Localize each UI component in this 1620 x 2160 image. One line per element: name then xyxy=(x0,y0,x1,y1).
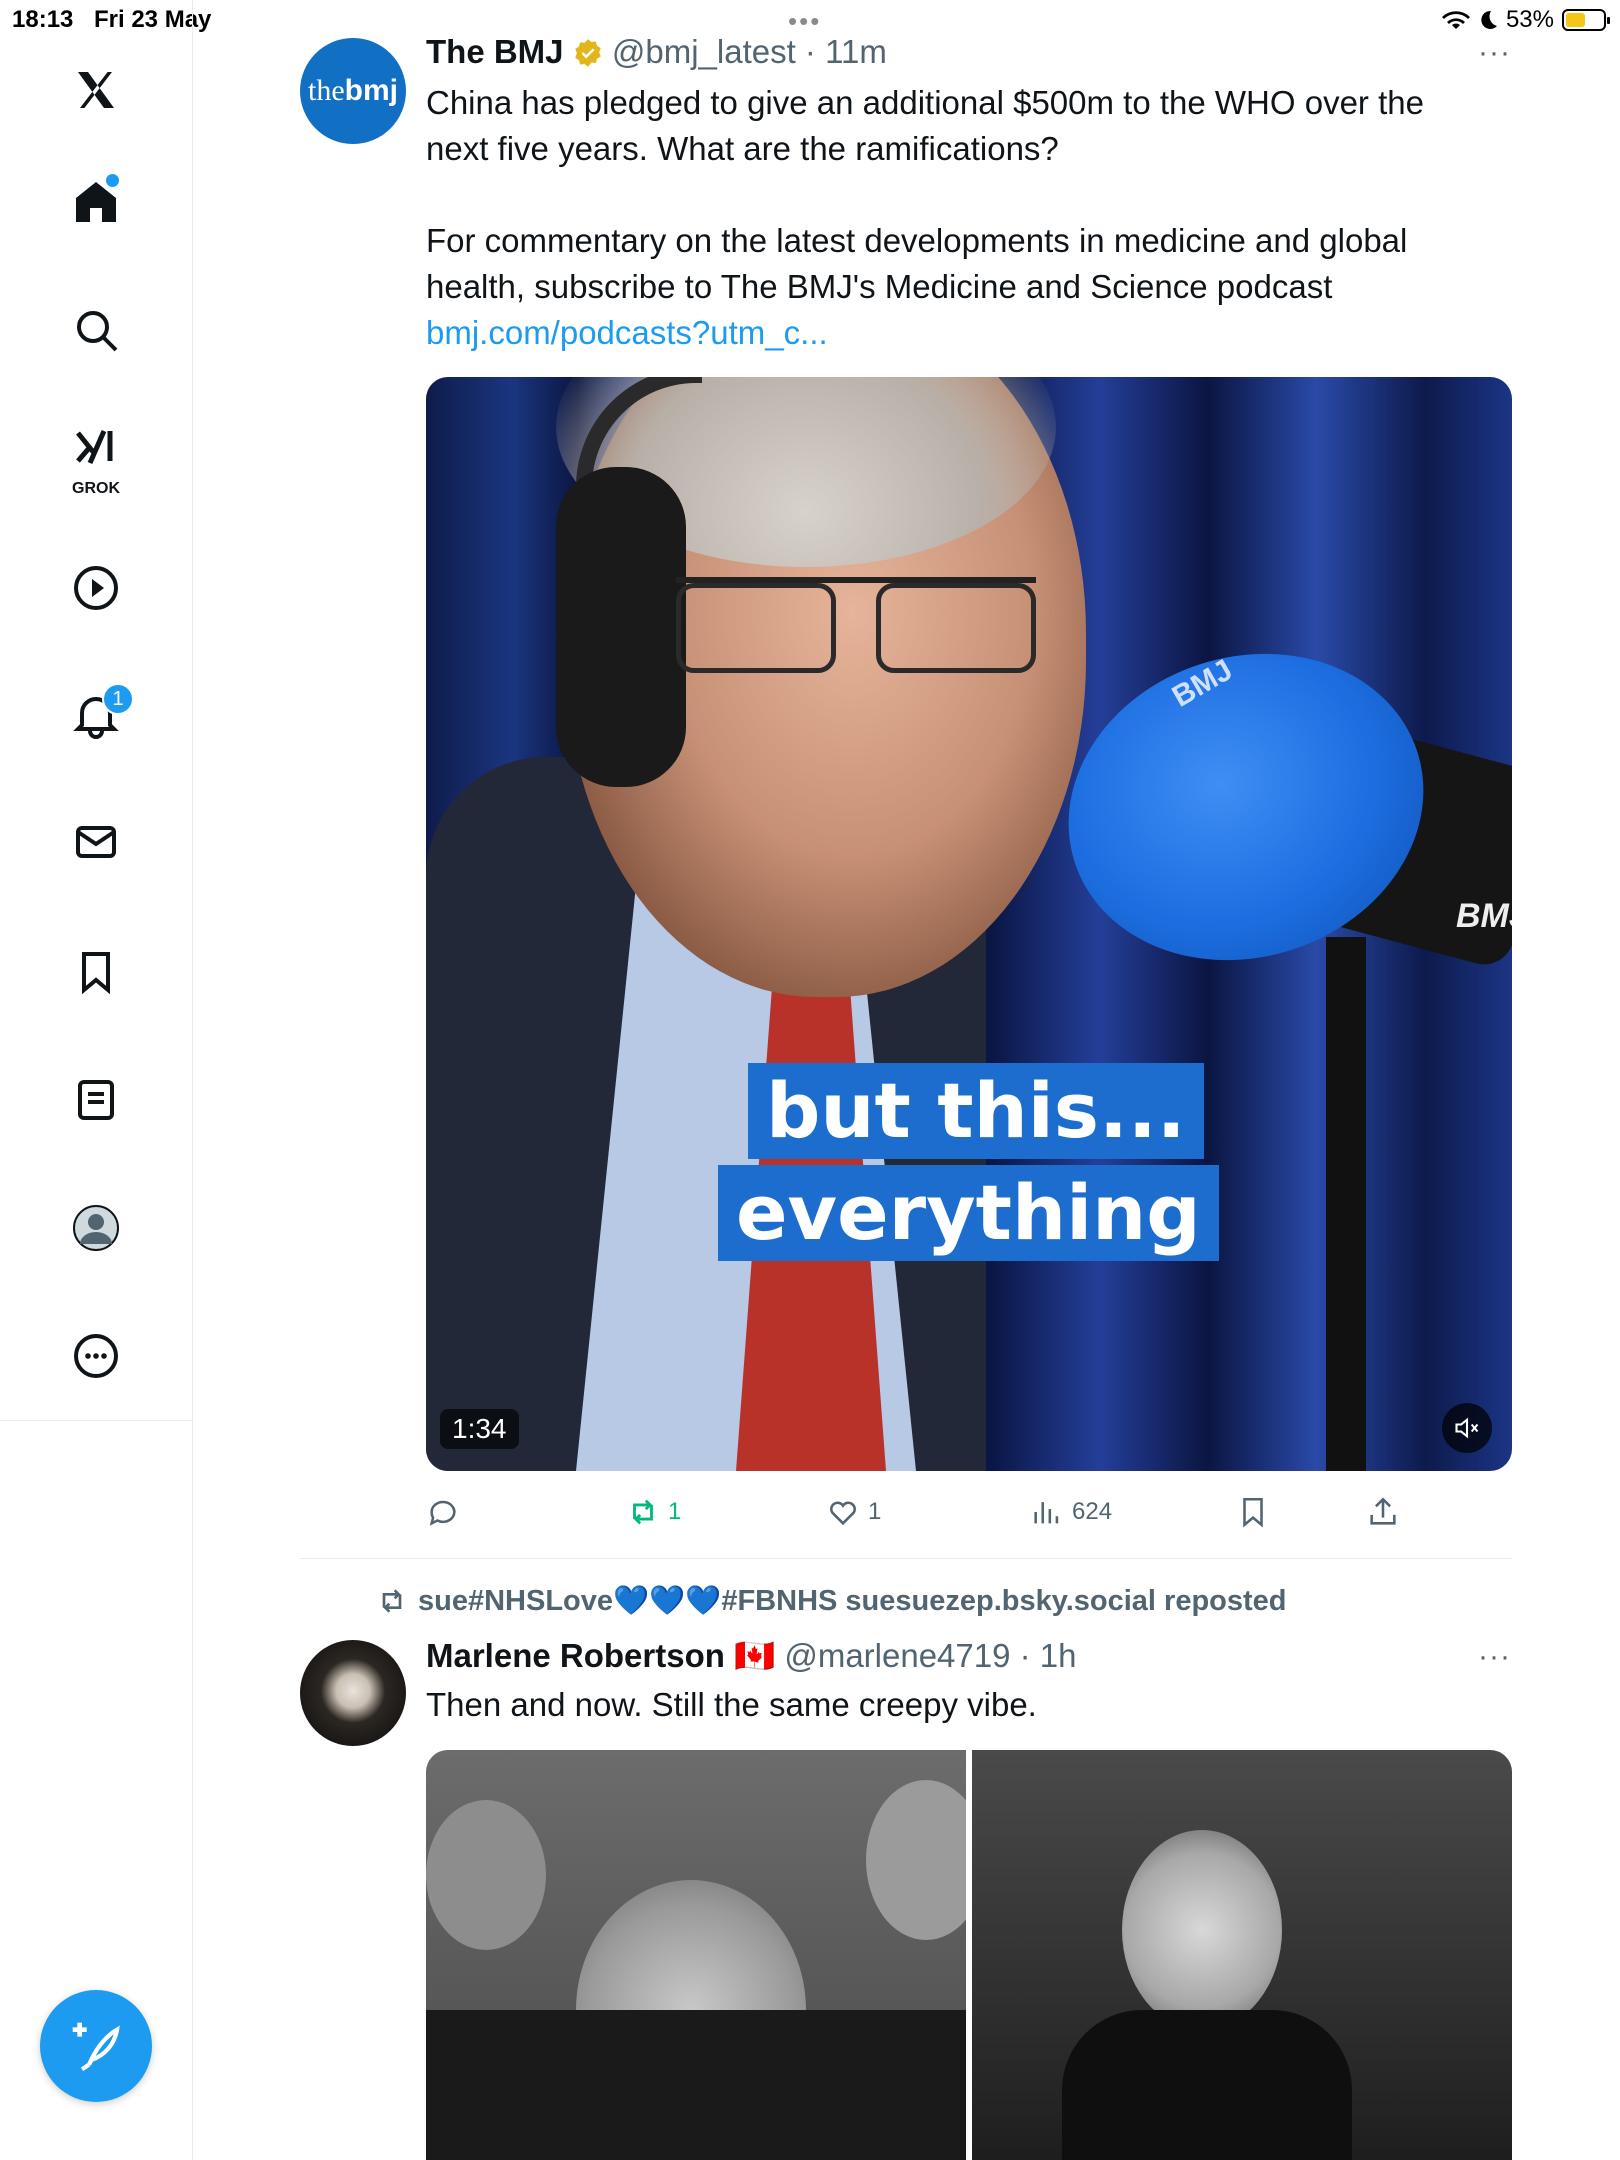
video-nav-button[interactable] xyxy=(56,548,136,628)
views-chart-icon xyxy=(1034,1502,1059,1524)
profile-avatar-icon xyxy=(73,1205,119,1251)
sidebar-divider xyxy=(0,1420,192,1421)
tweet-image-2[interactable] xyxy=(972,1750,1512,2160)
separator-dot: · xyxy=(795,33,826,70)
image-suits xyxy=(426,2010,966,2160)
views-button[interactable]: 624 xyxy=(1030,1484,1112,1540)
canada-flag-icon: 🇨🇦 xyxy=(734,1637,776,1674)
notifications-nav-button[interactable]: 1 xyxy=(56,675,136,755)
home-nav-button[interactable] xyxy=(56,162,136,242)
tweet-actions: 1 1 624 xyxy=(426,1484,1426,1540)
share-icon xyxy=(1370,1497,1396,1525)
battery-percent: 53% xyxy=(1505,6,1554,33)
marlene-avatar[interactable] xyxy=(300,1640,406,1746)
author-handle[interactable]: @marlene4719 xyxy=(784,1637,1010,1674)
mail-icon xyxy=(76,826,116,858)
author-name[interactable]: The BMJ xyxy=(426,33,564,70)
notifications-badge: 1 xyxy=(102,683,134,715)
author-name[interactable]: Marlene Robertson xyxy=(426,1637,725,1674)
lists-nav-button[interactable] xyxy=(56,1060,136,1140)
bookmarks-nav-button[interactable] xyxy=(56,932,136,1012)
tweet-header: Marlene Robertson 🇨🇦 @marlene4719 · 1h xyxy=(426,1636,1077,1676)
mic-logo: BMJ xyxy=(1456,897,1512,935)
like-button[interactable]: 1 xyxy=(826,1484,881,1540)
moon-icon xyxy=(1481,10,1497,29)
grok-icon xyxy=(76,429,113,465)
tweet-divider xyxy=(300,1558,1512,1559)
compose-button[interactable] xyxy=(40,1990,152,2102)
video-scene-headphone xyxy=(556,467,686,787)
tweet-video[interactable]: BMJ BMJ but this... everything 1:34 xyxy=(426,377,1512,1471)
search-nav-button[interactable] xyxy=(56,290,136,370)
author-handle[interactable]: @bmj_latest xyxy=(612,33,796,70)
image-figure xyxy=(866,1780,966,1940)
bookmark-button[interactable] xyxy=(1236,1484,1270,1540)
avatar-text-bold: bmj xyxy=(344,74,398,107)
image-suit xyxy=(1062,2010,1352,2160)
mute-button[interactable] xyxy=(1442,1403,1492,1453)
image-figure xyxy=(426,1800,546,1950)
search-icon xyxy=(77,311,118,352)
status-right: 53% xyxy=(1441,6,1610,34)
image-figure xyxy=(1122,1830,1282,2030)
profile-nav-button[interactable] xyxy=(56,1188,136,1268)
video-scene-mic-stand xyxy=(1326,937,1366,1471)
repost-context[interactable]: sue#NHSLove💙💙💙#FBNHS suesuezep.bsky.soci… xyxy=(376,1584,1287,1618)
reply-icon xyxy=(429,1500,456,1526)
views-count: 624 xyxy=(1072,1498,1113,1525)
tweet-text: China has pledged to give an additional … xyxy=(426,80,1516,356)
battery-icon xyxy=(1562,9,1610,31)
compose-icon xyxy=(72,2022,120,2072)
messages-nav-button[interactable] xyxy=(56,802,136,882)
tweet-more-icon[interactable]: ··· xyxy=(1478,36,1511,70)
like-count: 1 xyxy=(868,1498,882,1525)
home-unread-dot xyxy=(106,174,119,187)
tweet-header: The BMJ @bmj_latest · 11m xyxy=(426,32,887,72)
tweet-text-line: China has pledged to give an additional … xyxy=(426,84,1424,121)
tweet-more-icon[interactable]: ··· xyxy=(1478,1640,1511,1674)
video-caption-line2: everything xyxy=(718,1165,1219,1261)
repost-icon xyxy=(633,1499,653,1525)
tweet-image-1[interactable] xyxy=(426,1750,966,2160)
grok-label: GROK xyxy=(72,480,120,497)
heart-icon xyxy=(830,1501,856,1526)
bookmark-icon xyxy=(82,952,110,995)
x-logo-icon[interactable] xyxy=(56,50,136,130)
play-circle-icon xyxy=(74,566,118,610)
list-icon xyxy=(78,1080,114,1120)
video-scene-mic xyxy=(1028,608,1464,1006)
bookmark-icon xyxy=(1243,1497,1263,1528)
video-scene-glasses xyxy=(676,577,1036,673)
repost-icon xyxy=(382,1589,402,1613)
tweet-time[interactable]: 1h xyxy=(1040,1637,1077,1674)
separator-dot: · xyxy=(1010,1637,1040,1674)
speaker-muted-icon xyxy=(1455,1417,1479,1439)
grok-nav-button[interactable]: GROK xyxy=(56,412,136,502)
tweet-text: Then and now. Still the same creepy vibe… xyxy=(426,1686,1037,1723)
video-duration: 1:34 xyxy=(440,1409,519,1449)
share-button[interactable] xyxy=(1366,1484,1400,1540)
repost-label: sue#NHSLove💙💙💙#FBNHS suesuezep.bsky.soci… xyxy=(418,1585,1287,1617)
tweet-time[interactable]: 11m xyxy=(825,33,887,70)
bmj-avatar[interactable]: the bmj xyxy=(300,38,406,144)
reply-button[interactable] xyxy=(426,1484,460,1540)
repost-button[interactable]: 1 xyxy=(626,1484,681,1540)
verified-badge-icon xyxy=(574,39,601,67)
video-caption-line1: but this... xyxy=(748,1063,1204,1159)
more-circle-icon xyxy=(74,1334,118,1378)
sidebar: GROK 1 xyxy=(0,0,193,2160)
tweet-text-line: For commentary on the latest development… xyxy=(426,222,1408,259)
more-nav-button[interactable] xyxy=(56,1316,136,1396)
wifi-icon xyxy=(1441,11,1470,29)
repost-count: 1 xyxy=(668,1498,682,1525)
tweet-link[interactable]: bmj.com/podcasts?utm_c... xyxy=(426,310,1516,356)
tweet-text-line: health, subscribe to The BMJ's Medicine … xyxy=(426,268,1333,305)
avatar-text-light: the xyxy=(308,74,345,107)
tweet-text-line: next five years. What are the ramificati… xyxy=(426,130,1059,167)
